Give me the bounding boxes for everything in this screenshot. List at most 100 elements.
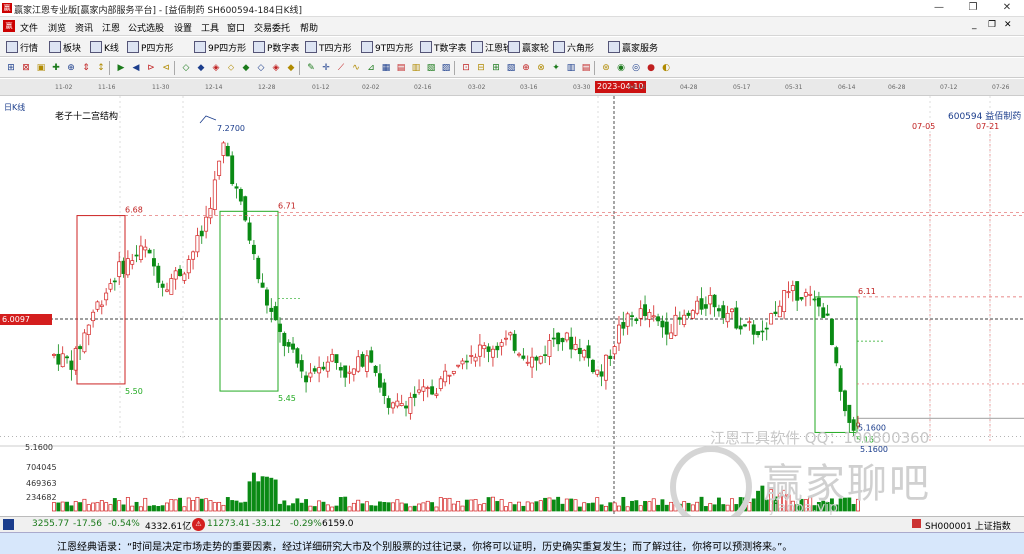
ring-icon[interactable]: ◎ — [630, 62, 642, 74]
candle-body — [291, 343, 295, 350]
candle-body — [582, 349, 587, 358]
date-tick-label: 07-26 — [992, 84, 1010, 91]
alert-icon[interactable]: ⚠ — [192, 518, 205, 531]
minimize-button[interactable]: — — [922, 0, 956, 17]
half-icon[interactable]: ◐ — [660, 62, 672, 74]
menu-gann[interactable]: 江恩 — [102, 21, 120, 34]
bars-icon[interactable]: ▤ — [395, 62, 407, 74]
menu-file[interactable]: 文件 — [20, 21, 38, 34]
menu-settings[interactable]: 设置 — [174, 21, 192, 34]
9t-square-icon — [361, 41, 373, 53]
menu-browse[interactable]: 浏览 — [48, 21, 66, 34]
close-button[interactable]: ✕ — [990, 0, 1024, 17]
volume-bar — [547, 497, 552, 512]
back-icon[interactable]: ◀ — [130, 62, 142, 74]
menu-info[interactable]: 资讯 — [75, 21, 93, 34]
toolbar-t-square-button[interactable]: T四方形 — [305, 40, 352, 54]
toolbar-service-button[interactable]: 赢家服务 — [608, 40, 658, 54]
candle-body — [86, 324, 91, 335]
toolbar-winner-wheel-button[interactable]: 赢家轮 — [508, 40, 549, 54]
candle-body — [317, 367, 322, 374]
diamond-small-icon[interactable]: ⬦ — [225, 62, 237, 74]
table-icon[interactable]: ▦ — [380, 62, 392, 74]
col2-icon[interactable]: ▥ — [565, 62, 577, 74]
diamond-5-icon[interactable]: ◆ — [285, 62, 297, 74]
diamond-4-icon[interactable]: ◈ — [270, 62, 282, 74]
arrows-v-icon[interactable]: ⇕ — [80, 62, 92, 74]
menu-window[interactable]: 窗口 — [227, 21, 245, 34]
cross-icon[interactable]: ✚ — [50, 62, 62, 74]
toolbar-quote-button[interactable]: 行情 — [6, 40, 38, 54]
layout-icon[interactable]: ⊞ — [5, 62, 17, 74]
diamond-2-icon[interactable]: ◆ — [240, 62, 252, 74]
toolbar-gann-wheel-button[interactable]: 江恩轮 — [471, 40, 512, 54]
menu-formula-select[interactable]: 公式选股 — [128, 21, 164, 34]
circle-plus-icon[interactable]: ⊕ — [520, 62, 532, 74]
cursor-price-label: 6.0097 — [0, 314, 52, 325]
frame-icon[interactable]: ⊡ — [460, 62, 472, 74]
candle-body — [504, 337, 508, 340]
volume-bar — [221, 504, 226, 512]
prev-icon[interactable]: ⊲ — [160, 62, 172, 74]
volume-bar — [251, 472, 256, 512]
hatch-icon[interactable]: ▧ — [425, 62, 437, 74]
right-index-label[interactable]: SH000001 上证指数 — [925, 519, 1011, 532]
doc-close-button[interactable]: ✕ — [1004, 20, 1012, 30]
candle-body — [230, 155, 235, 185]
hatch2-icon[interactable]: ▨ — [440, 62, 452, 74]
toolbar-9t-square-button[interactable]: 9T四方形 — [361, 40, 413, 54]
columns-icon[interactable]: ▥ — [410, 62, 422, 74]
diamond-icon[interactable]: ◇ — [180, 62, 192, 74]
doc-minimize-button[interactable]: _ — [972, 20, 977, 30]
diamond-dot-icon[interactable]: ◈ — [210, 62, 222, 74]
candle-body — [590, 359, 595, 373]
plus-box-icon[interactable]: ⊞ — [490, 62, 502, 74]
sh-index[interactable]: 3255.77 — [32, 519, 69, 529]
volume-bar — [121, 504, 126, 512]
play-icon[interactable]: ▶ — [115, 62, 127, 74]
line-icon[interactable]: ⟋ — [335, 62, 347, 74]
updown-icon[interactable]: ↕ — [95, 62, 107, 74]
chart-area[interactable]: 7.2700 6.68 6.71 5.50 5.45 6.11 5.1600 5.16 07-0… — [0, 96, 1024, 528]
candle-body — [686, 312, 691, 316]
candle-body — [351, 368, 356, 375]
maximize-button[interactable]: ❐ — [956, 0, 990, 17]
target-icon[interactable]: ◉ — [615, 62, 627, 74]
wave-icon[interactable]: ∿ — [350, 62, 362, 74]
minus-box-icon[interactable]: ⊟ — [475, 62, 487, 74]
triangle-icon[interactable]: ⊿ — [365, 62, 377, 74]
hatch3-icon[interactable]: ▧ — [505, 62, 517, 74]
diamond-3-icon[interactable]: ◇ — [255, 62, 267, 74]
pencil-icon[interactable]: ✎ — [305, 62, 317, 74]
toolbar-p-square-button[interactable]: P四方形 — [127, 40, 173, 54]
toolbar-sector-button[interactable]: 板块 — [49, 40, 81, 54]
grid-icon[interactable]: ⊠ — [20, 62, 32, 74]
star-icon[interactable]: ✦ — [550, 62, 562, 74]
candle-body — [512, 333, 517, 351]
menu-help[interactable]: 帮助 — [300, 21, 318, 34]
box-icon[interactable]: ▣ — [35, 62, 47, 74]
next-icon[interactable]: ⊳ — [145, 62, 157, 74]
toolbar-p-table-button[interactable]: P数字表 — [253, 40, 299, 54]
doc-restore-button[interactable]: ❐ — [988, 20, 996, 30]
circle-x-icon[interactable]: ⊗ — [535, 62, 547, 74]
menu-trade[interactable]: 交易委托 — [254, 21, 290, 34]
move-icon[interactable]: ✛ — [320, 62, 332, 74]
diamond-filled-icon[interactable]: ◆ — [195, 62, 207, 74]
volume-bar — [647, 501, 652, 512]
app-menu-icon[interactable]: 赢 — [3, 20, 15, 32]
row2-icon[interactable]: ▤ — [580, 62, 592, 74]
dot-icon[interactable]: ● — [645, 62, 657, 74]
toolbar-hexagon-button[interactable]: 六角形 — [553, 40, 594, 54]
plus-circle-icon[interactable]: ⊕ — [65, 62, 77, 74]
spiral-icon[interactable]: ⊛ — [600, 62, 612, 74]
candle-body — [247, 222, 252, 241]
sz-index[interactable]: 11273.41 — [207, 519, 250, 529]
volume-bar — [464, 499, 469, 512]
date-tick-label: 03-16 — [520, 84, 538, 91]
candle-body — [573, 344, 578, 350]
toolbar-kline-button[interactable]: K线 — [90, 40, 119, 54]
toolbar-9p-square-button[interactable]: 9P四方形 — [194, 40, 246, 54]
toolbar-t-table-button[interactable]: T数字表 — [420, 40, 467, 54]
menu-tools[interactable]: 工具 — [201, 21, 219, 34]
